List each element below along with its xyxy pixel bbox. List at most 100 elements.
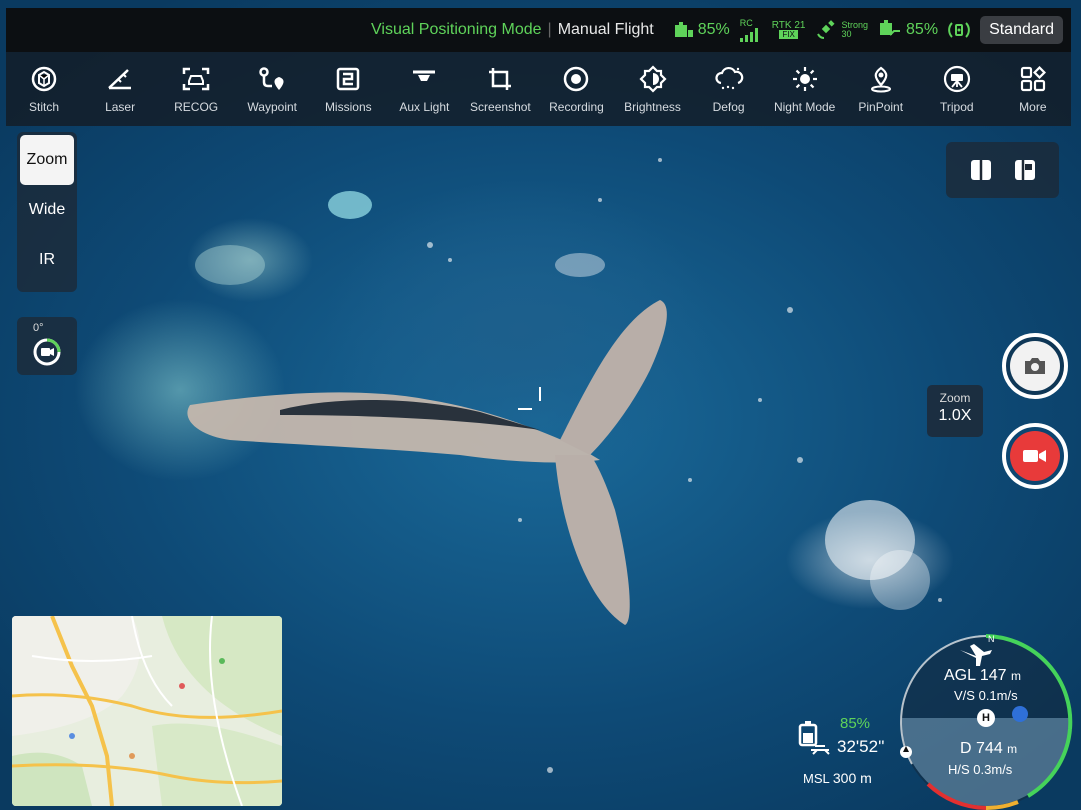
agl-readout: AGL 147 m (944, 667, 1021, 685)
flight-mode[interactable]: Manual Flight (558, 21, 654, 39)
tool-defog[interactable]: Defog (693, 64, 765, 114)
video-camera-icon (1023, 450, 1046, 462)
tool-screenshot[interactable]: Screenshot (464, 64, 536, 114)
tool-label: Aux Light (399, 100, 450, 114)
lens-wide-button[interactable]: Wide (20, 185, 74, 235)
rc-battery-value: 85% (697, 21, 730, 38)
night-mode-icon (790, 64, 820, 94)
distance-unit: m (1007, 742, 1018, 756)
battery-percent: 85% (840, 715, 871, 732)
tool-label: Stitch (29, 100, 60, 114)
antenna-icon[interactable] (948, 19, 970, 41)
tool-recording[interactable]: Recording (540, 64, 612, 114)
missions-icon (333, 64, 363, 94)
tool-waypoint[interactable]: Waypoint (236, 64, 308, 114)
tool-brightness[interactable]: Brightness (617, 64, 689, 114)
gps-count: 30 (841, 29, 852, 39)
recog-icon (181, 64, 211, 94)
split-view-icon[interactable] (969, 158, 993, 182)
photo-capture-button[interactable] (1002, 333, 1068, 399)
more-icon (1018, 64, 1048, 94)
hs-value: 0.3m/s (973, 762, 1013, 777)
tool-label: RECOG (174, 100, 219, 114)
flight-profile-button[interactable]: Standard (980, 16, 1063, 44)
tool-more[interactable]: More (997, 64, 1069, 114)
drone-battery-time-icon (798, 721, 830, 755)
lens-ir-button[interactable]: IR (20, 235, 74, 285)
lens-selector: Zoom Wide IR (17, 132, 77, 292)
controller-battery-icon (674, 22, 693, 37)
lens-zoom-button[interactable]: Zoom (20, 135, 74, 185)
camera-icon (1025, 358, 1045, 374)
hs-label: H/S (948, 762, 970, 777)
waypoint-icon (257, 64, 287, 94)
tool-label: More (1019, 100, 1047, 114)
tool-aux-light[interactable]: Aux Light (388, 64, 460, 114)
status-bar: Visual Positioning Mode | Manual Flight … (6, 8, 1071, 52)
tool-recog[interactable]: RECOG (160, 64, 232, 114)
tool-label: Tripod (939, 100, 974, 114)
stitch-icon (29, 64, 59, 94)
video-record-button[interactable] (1002, 423, 1068, 489)
rtk-fix-badge: FIX (779, 30, 798, 39)
drone-battery-status[interactable]: 85% (878, 20, 938, 40)
compass-north: N (988, 634, 995, 644)
zoom-title: Zoom (939, 391, 971, 405)
gimbal-icon (33, 338, 61, 366)
tool-label: Laser (105, 100, 136, 114)
tool-bar: Stitch Laser RECOG Waypoint Missions Aux… (6, 52, 1071, 126)
agl-unit: m (1011, 669, 1022, 683)
zoom-value: 1.0X (938, 407, 972, 424)
satellite-icon (816, 20, 835, 39)
distance-value: 744 (976, 740, 1003, 757)
tool-label: Missions (324, 100, 372, 114)
positioning-mode[interactable]: Visual Positioning Mode (371, 21, 541, 39)
tool-label: Defog (712, 100, 745, 114)
horizontal-speed: H/S 0.3m/s (948, 762, 1012, 777)
gps-status[interactable]: Strong 30 (816, 20, 868, 40)
defog-icon (714, 64, 744, 94)
tool-label: Night Mode (773, 100, 836, 114)
drone-battery-value: 85% (906, 21, 939, 38)
zoom-indicator[interactable]: Zoom 1.0X (927, 385, 983, 437)
msl-altitude: MSL 300 m (803, 770, 872, 786)
recording-icon (561, 64, 591, 94)
pinpoint-icon (866, 64, 896, 94)
msl-label: MSL (803, 771, 830, 786)
view-layout-controls (946, 142, 1059, 198)
aux-light-icon (409, 64, 439, 94)
agl-label: AGL (944, 667, 976, 684)
brightness-icon (638, 64, 668, 94)
tool-laser[interactable]: Laser (84, 64, 156, 114)
tool-label: Recording (549, 100, 604, 114)
agl-value: 147 (979, 667, 1007, 684)
rc-signal-label: RC (739, 17, 753, 28)
map-render (12, 616, 282, 806)
vertical-speed: V/S 0.1m/s (954, 688, 1018, 703)
distance-label: D (960, 740, 972, 757)
vs-label: V/S (954, 688, 975, 703)
tool-missions[interactable]: Missions (312, 64, 384, 114)
status-separator: | (547, 21, 552, 38)
center-crosshair (518, 387, 541, 410)
tool-stitch[interactable]: Stitch (8, 64, 80, 114)
msl-value: 300 m (832, 770, 872, 786)
mini-map[interactable] (12, 616, 282, 806)
rtk-status[interactable]: RTK 21 FIX (772, 21, 806, 39)
home-marker: H (982, 712, 990, 724)
tool-tripod[interactable]: Tripod (921, 64, 993, 114)
pip-view-icon[interactable] (1013, 158, 1037, 182)
tool-label: Waypoint (247, 100, 297, 114)
signal-bars-icon (739, 27, 758, 42)
laser-icon (105, 64, 135, 94)
rc-signal-status[interactable]: RC (739, 17, 762, 42)
tool-pinpoint[interactable]: PinPoint (845, 64, 917, 114)
tool-label: Screenshot (470, 100, 531, 114)
gimbal-control[interactable]: 0° (17, 317, 77, 375)
attitude-indicator[interactable]: N H AGL 147 m V/S 0.1m/s D 744 m H/S 0.3… (898, 634, 1074, 810)
drone-battery-icon (880, 20, 901, 36)
vs-value: 0.1m/s (978, 688, 1018, 703)
tool-night-mode[interactable]: Night Mode (769, 64, 841, 114)
rc-battery-status[interactable]: 85% (674, 21, 730, 39)
screenshot-icon (485, 64, 515, 94)
